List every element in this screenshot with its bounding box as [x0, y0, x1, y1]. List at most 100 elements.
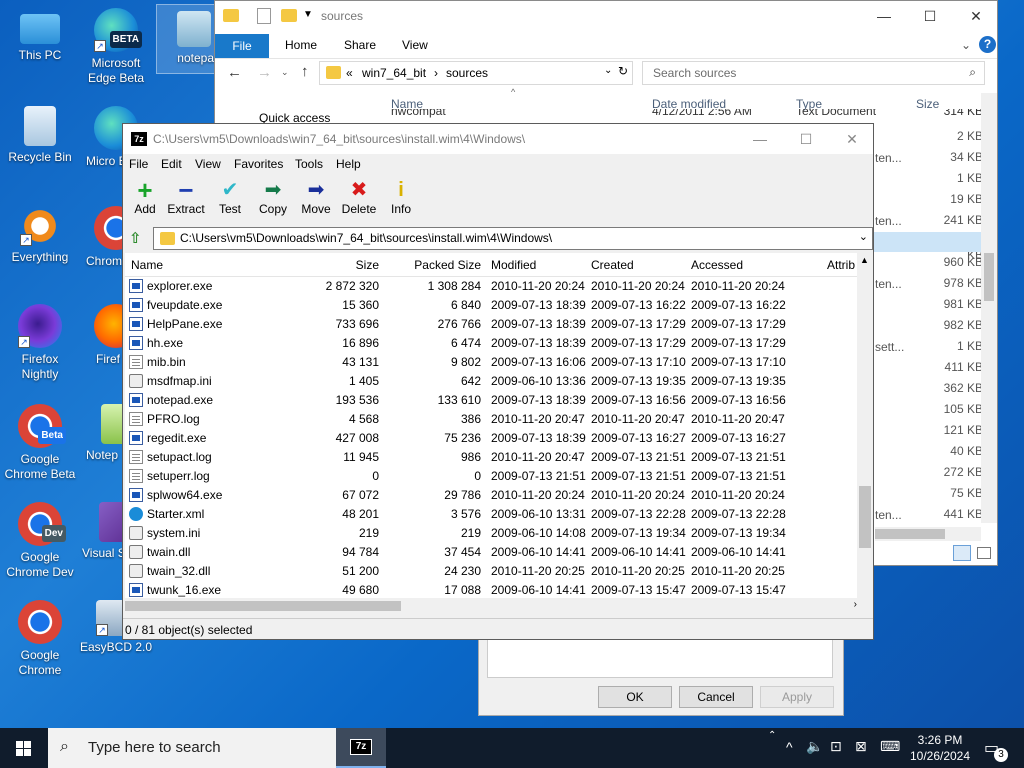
scroll-right-icon[interactable]: › — [854, 599, 857, 610]
file-row[interactable]: notepad.exe 193 536 133 610 2009-07-13 18:3… — [125, 391, 859, 410]
column-attrib[interactable]: Attrib — [827, 258, 855, 272]
partial-file-row[interactable]: nwcompat 4/12/2011 2:56 AM Text Document… — [391, 109, 981, 123]
taskbar-7zip-button[interactable]: 7z — [336, 728, 386, 768]
new-folder-icon[interactable] — [281, 9, 297, 22]
up-arrow-icon[interactable]: ↑ — [301, 63, 309, 80]
forward-arrow-icon[interactable]: → — [257, 64, 272, 81]
column-modified[interactable]: Modified — [491, 258, 536, 272]
column-created[interactable]: Created — [591, 258, 634, 272]
cancel-button[interactable]: Cancel — [679, 686, 753, 708]
properties-icon[interactable] — [257, 8, 271, 24]
info-button[interactable]: i Info — [379, 178, 423, 216]
overflow-chevron[interactable]: « — [346, 66, 353, 80]
keyboard-icon[interactable]: ⌨ — [880, 738, 900, 755]
file-row[interactable]: PFRO.log 4 568 386 2010-11-20 20:47 2010-11-… — [125, 410, 859, 429]
chevron-up-icon[interactable]: ^ — [786, 739, 793, 755]
tab-share[interactable]: Share — [344, 38, 376, 52]
network-icon[interactable]: ⊡ — [830, 738, 842, 755]
path-dropdown-icon[interactable]: ⌄ — [859, 230, 868, 243]
file-row[interactable]: system.ini 219 219 2009-06-10 14:08 2009-07-… — [125, 524, 859, 543]
column-name[interactable]: Name — [131, 258, 163, 272]
file-row[interactable]: setuperr.log 0 0 2009-07-13 21:51 2009-07-13… — [125, 467, 859, 486]
close-button[interactable]: ✕ — [953, 1, 999, 31]
scroll-up-icon[interactable]: ▲ — [860, 255, 869, 265]
scroll-thumb[interactable] — [125, 601, 401, 611]
chrome-desktop-icon[interactable]: Google Chrome — [2, 600, 78, 678]
file-row[interactable]: HelpPane.exe 733 696 276 766 2009-07-13 18:… — [125, 315, 859, 334]
close-button[interactable]: ✕ — [829, 124, 875, 154]
file-row[interactable]: splwow64.exe 67 072 29 786 2010-11-20 20:24… — [125, 486, 859, 505]
extract-button[interactable]: − Extract — [164, 177, 208, 216]
start-button[interactable] — [0, 728, 48, 768]
chevron-down-icon[interactable]: ⌄ — [961, 38, 971, 52]
menu-tools[interactable]: Tools — [295, 157, 323, 171]
everything-desktop-icon[interactable]: ↗ Everything — [2, 206, 78, 265]
menu-favorites[interactable]: Favorites — [234, 157, 283, 171]
refresh-icon[interactable]: ↻ — [618, 64, 628, 78]
chrome-dev-desktop-icon[interactable]: Dev Google Chrome Dev — [2, 502, 78, 580]
recycle-bin-desktop-icon[interactable]: Recycle Bin — [2, 106, 78, 165]
move-button[interactable]: ➡ Move — [294, 178, 338, 216]
firefox-nightly-desktop-icon[interactable]: ↗ Firefox Nightly — [2, 304, 78, 382]
notification-status-icon[interactable]: ⊠ — [855, 738, 867, 755]
details-view-icon[interactable] — [953, 545, 971, 561]
back-arrow-icon[interactable]: ← — [227, 64, 242, 81]
explorer-horizontal-scrollbar[interactable] — [875, 527, 981, 541]
show-hidden-icons-button[interactable]: ⌃ — [768, 730, 776, 741]
file-row[interactable]: fveupdate.exe 15 360 6 840 2009-07-13 18:39… — [125, 296, 859, 315]
address-dropdown-icon[interactable]: ⌄ — [604, 65, 612, 76]
file-row[interactable]: msdfmap.ini 1 405 642 2009-06-10 13:36 2009-… — [125, 372, 859, 391]
file-row[interactable]: twain_32.dll 51 200 24 230 2010-11-20 20:25… — [125, 562, 859, 581]
explorer-vertical-scrollbar[interactable] — [981, 93, 997, 523]
file-row[interactable]: mib.bin 43 131 9 802 2009-07-13 16:06 2009-0… — [125, 353, 859, 372]
taskbar-search-input[interactable]: ⌕ Type here to search — [48, 728, 336, 768]
scroll-thumb[interactable] — [984, 253, 994, 301]
add-button[interactable]: + Add — [123, 177, 167, 216]
breadcrumb-sources[interactable]: sources — [446, 66, 488, 80]
recent-dropdown-icon[interactable]: ⌄ — [281, 67, 289, 78]
path-input[interactable]: C:\Users\vm5\Downloads\win7_64_bit\sourc… — [153, 227, 873, 250]
edge-beta-desktop-icon[interactable]: ↗ BETA Microsoft Edge Beta — [78, 8, 154, 86]
file-row[interactable]: explorer.exe 2 872 320 1 308 284 2010-11-20… — [125, 277, 859, 296]
file-row[interactable]: setupact.log 11 945 986 2010-11-20 20:47 200… — [125, 448, 859, 467]
test-button[interactable]: ✔ Test — [208, 178, 252, 216]
tab-file[interactable]: File — [215, 34, 269, 58]
up-folder-icon[interactable]: ⇧ — [129, 229, 142, 247]
ok-button[interactable]: OK — [598, 686, 672, 708]
delete-button[interactable]: ✖ Delete — [337, 178, 381, 216]
taskbar-clock[interactable]: 3:26 PM 10/26/2024 — [900, 732, 980, 764]
file-row[interactable]: hh.exe 16 896 6 474 2009-07-13 18:39 2009-07… — [125, 334, 859, 353]
volume-icon[interactable]: 🔈 — [806, 738, 823, 755]
breadcrumb-win7[interactable]: win7_64_bit — [362, 66, 426, 80]
column-accessed[interactable]: Accessed — [691, 258, 743, 272]
maximize-button[interactable]: ☐ — [907, 1, 953, 31]
vertical-scrollbar[interactable]: ▲ — [857, 253, 873, 598]
file-row[interactable]: twain.dll 94 784 37 454 2009-06-10 14:41 200… — [125, 543, 859, 562]
menu-view[interactable]: View — [195, 157, 221, 171]
maximize-button[interactable]: ☐ — [783, 124, 829, 154]
column-packed-size[interactable]: Packed Size — [387, 258, 481, 272]
horizontal-scrollbar[interactable]: › — [125, 598, 859, 614]
minimize-button[interactable]: — — [737, 124, 783, 154]
tab-view[interactable]: View — [402, 38, 428, 52]
explorer-search-input[interactable]: Search sources ⌕ — [642, 61, 985, 85]
column-size[interactable]: Size — [285, 258, 379, 272]
this-pc-desktop-icon[interactable]: This PC — [2, 8, 78, 63]
menu-edit[interactable]: Edit — [161, 157, 182, 171]
scroll-thumb[interactable] — [859, 486, 871, 548]
chrome-beta-desktop-icon[interactable]: Beta Google Chrome Beta — [2, 404, 78, 482]
copy-button[interactable]: ➡ Copy — [251, 178, 295, 216]
large-icons-view-icon[interactable] — [977, 547, 991, 559]
menu-file[interactable]: File — [129, 157, 148, 171]
file-row[interactable]: regedit.exe 427 008 75 236 2009-07-13 18:39… — [125, 429, 859, 448]
apply-button[interactable]: Apply — [760, 686, 834, 708]
scroll-thumb[interactable] — [875, 529, 945, 539]
menu-help[interactable]: Help — [336, 157, 361, 171]
help-icon[interactable]: ? — [979, 36, 996, 53]
tab-home[interactable]: Home — [285, 38, 317, 52]
qat-dropdown-icon[interactable]: ▼ — [303, 9, 313, 20]
minimize-button[interactable]: — — [861, 1, 907, 31]
file-row[interactable]: Starter.xml 48 201 3 576 2009-06-10 13:31 20… — [125, 505, 859, 524]
address-bar[interactable]: « win7_64_bit › sources ⌄ ↻ — [319, 61, 633, 85]
file-row[interactable]: twunk_16.exe 49 680 17 088 2009-06-10 14:41… — [125, 581, 859, 598]
